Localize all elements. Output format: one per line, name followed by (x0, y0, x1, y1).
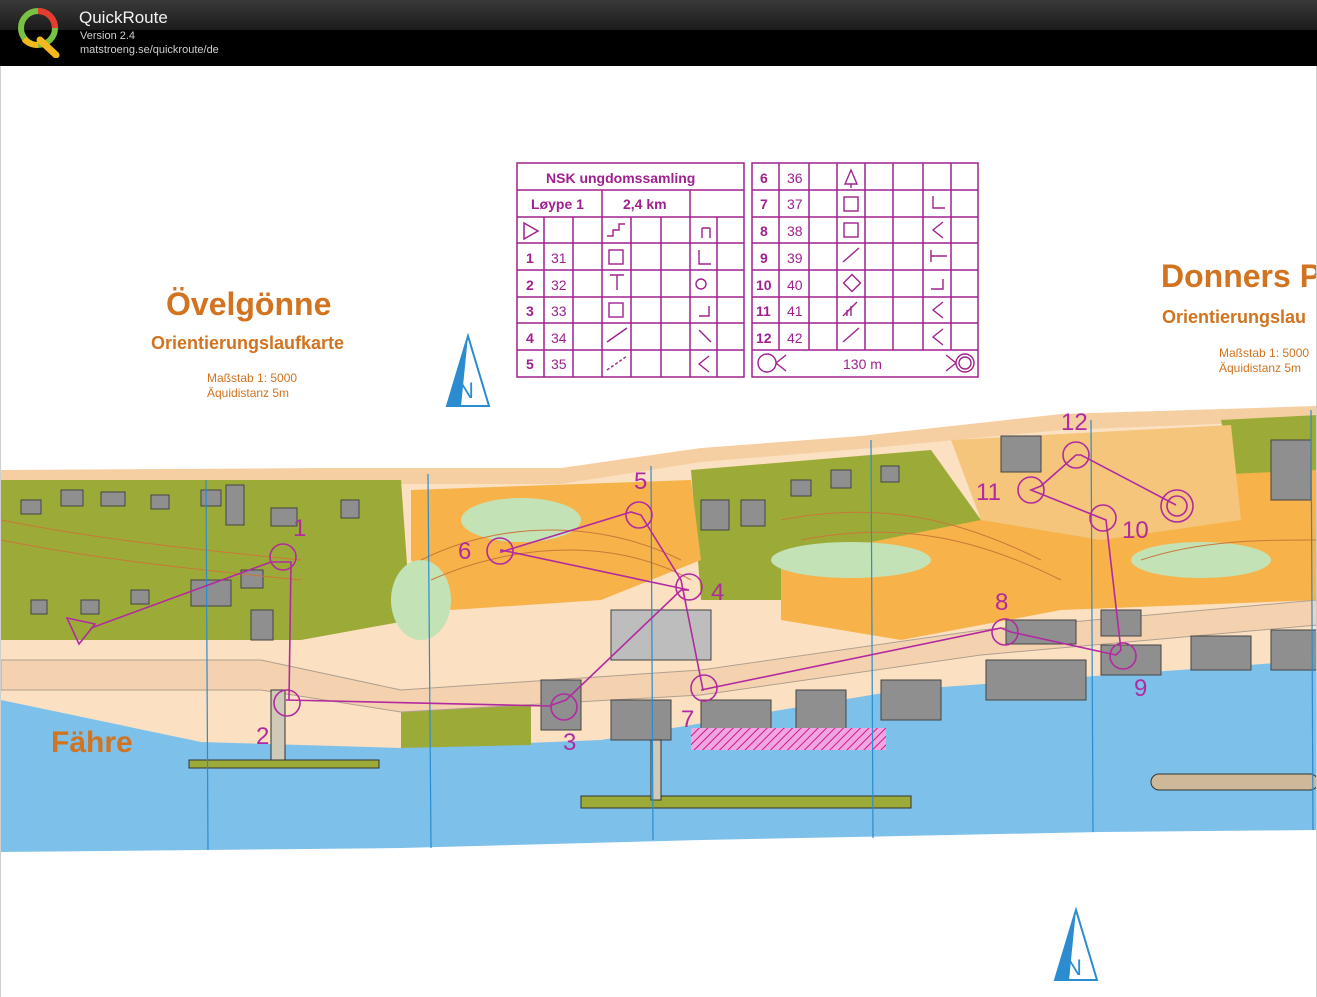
control-number-11: 11 (976, 479, 1001, 506)
svg-text:3: 3 (526, 303, 534, 319)
north-arrow-icon: N (445, 332, 491, 407)
svg-text:4: 4 (526, 330, 534, 346)
svg-text:37: 37 (787, 196, 803, 212)
svg-text:42: 42 (787, 330, 803, 346)
app-name: QuickRoute (79, 8, 168, 27)
control-number-10: 10 (1122, 517, 1149, 544)
control-number-5: 5 (634, 468, 647, 495)
svg-text:34: 34 (551, 330, 567, 346)
svg-text:7: 7 (760, 196, 768, 212)
svg-text:41: 41 (787, 303, 803, 319)
map-canvas[interactable]: 1 2 3 4 5 6 7 8 9 10 11 12 Övelgönne Ori… (0, 66, 1317, 997)
forest-patch-2 (771, 542, 931, 578)
map-subtitle-right: Orientierungslau (1162, 307, 1306, 327)
forest-patch-4 (391, 560, 451, 640)
control-number-7: 7 (681, 706, 694, 733)
course-length: 2,4 km (623, 196, 667, 212)
quickroute-logo-icon (16, 6, 62, 59)
svg-text:10: 10 (756, 277, 772, 293)
event-name: NSK ungdomssamling (546, 170, 695, 186)
title-bar: QuickRoute Version 2.4 matstroeng.se/qui… (0, 0, 1317, 66)
svg-text:9: 9 (760, 250, 768, 266)
svg-text:N: N (1066, 955, 1082, 980)
svg-text:6: 6 (760, 170, 768, 186)
map-equidistance-left: Äquidistanz 5m (207, 386, 289, 400)
course-name: Løype 1 (531, 196, 584, 212)
control-number-6: 6 (458, 538, 471, 565)
svg-text:12: 12 (756, 330, 772, 346)
control-number-1: 1 (293, 515, 306, 542)
orienteering-map[interactable]: 1 2 3 4 5 6 7 8 9 10 11 12 Övelgönne Ori… (1, 66, 1317, 997)
map-subtitle-left: Orientierungslaufkarte (151, 333, 344, 353)
breakwater (1150, 773, 1316, 791)
restricted-area (691, 728, 886, 750)
svg-text:31: 31 (551, 250, 567, 266)
svg-text:38: 38 (787, 223, 803, 239)
svg-text:8: 8 (760, 223, 768, 239)
map-equidistance-right: Äquidistanz 5m (1219, 361, 1301, 375)
finish-distance: 130 m (843, 356, 882, 372)
app-url[interactable]: matstroeng.se/quickroute/de (80, 44, 219, 56)
svg-text:36: 36 (787, 170, 803, 186)
svg-text:35: 35 (551, 356, 567, 372)
svg-text:1: 1 (526, 250, 534, 266)
map-scale-left: Maßstab 1: 5000 (207, 371, 297, 385)
description-sheet-right (751, 162, 979, 378)
app-version: Version 2.4 (80, 30, 136, 42)
ferry-label: Fähre (51, 726, 133, 759)
svg-text:5: 5 (526, 356, 534, 372)
map-title-right: Donners P (1161, 258, 1317, 294)
svg-text:2: 2 (526, 277, 534, 293)
control-number-4: 4 (711, 579, 724, 606)
svg-text:39: 39 (787, 250, 803, 266)
control-number-12: 12 (1061, 409, 1088, 436)
forest-patch-1 (461, 498, 581, 542)
svg-text:40: 40 (787, 277, 803, 293)
forest-patch-3 (1131, 542, 1271, 578)
svg-text:33: 33 (551, 303, 567, 319)
svg-text:32: 32 (551, 277, 567, 293)
north-arrow-icon: N (1053, 906, 1099, 981)
map-scale-right: Maßstab 1: 5000 (1219, 346, 1309, 360)
control-number-3: 3 (563, 729, 576, 756)
svg-text:11: 11 (756, 303, 771, 319)
svg-text:N: N (458, 378, 474, 403)
control-number-2: 2 (256, 723, 269, 750)
control-number-9: 9 (1134, 675, 1147, 702)
control-number-8: 8 (995, 589, 1008, 616)
map-title-left: Övelgönne (166, 286, 331, 322)
